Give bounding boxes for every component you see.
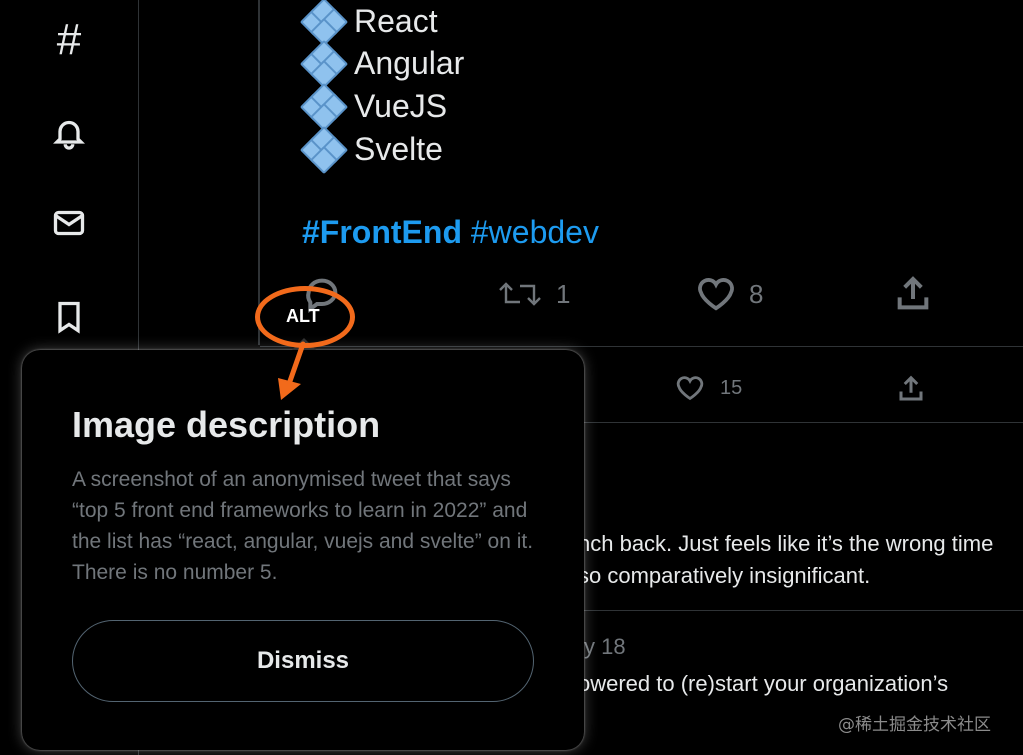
share-icon (897, 276, 929, 310)
share-button[interactable] (896, 374, 926, 404)
hashtags: #FrontEnd #webdev (302, 214, 599, 251)
tweet-text: so comparatively insignificant. (578, 563, 871, 588)
heart-icon (676, 376, 704, 401)
retweet-icon (499, 282, 541, 306)
retweet-button[interactable]: 1 (498, 276, 570, 312)
popup-description: A screenshot of an anonymised tweet that… (72, 468, 534, 584)
annotation-arrow-icon (278, 341, 306, 400)
alt-badge[interactable]: ALT (286, 306, 320, 327)
thread-line (258, 0, 260, 345)
popup-title: Image description (72, 404, 381, 445)
share-button[interactable] (893, 274, 933, 314)
tweet-date: y 18 (584, 634, 626, 659)
diamond-emoji-icon (299, 125, 349, 175)
list-item: React (299, 0, 438, 47)
list-item: VueJS (299, 82, 447, 132)
divider (260, 346, 1023, 347)
dismiss-button[interactable]: Dismiss (72, 620, 534, 702)
hashtag-icon[interactable]: # (48, 18, 90, 62)
tweet-text: nch back. Just feels like it’s the wrong… (578, 531, 994, 556)
like-button[interactable]: 8 (697, 276, 763, 312)
diamond-emoji-icon (299, 39, 349, 89)
heart-icon (698, 278, 734, 311)
hashtag-link[interactable]: #FrontEnd (302, 214, 462, 250)
share-icon (899, 375, 923, 401)
tweet-text: owered to (re)start your organization’s (578, 671, 949, 696)
diamond-emoji-icon (299, 82, 349, 132)
watermark: @稀土掘金技术社区 (838, 715, 991, 735)
bookmark-icon[interactable] (48, 296, 90, 338)
hashtag-link[interactable]: #webdev (471, 214, 599, 250)
list-item: Svelte (299, 125, 443, 175)
diamond-emoji-icon (299, 0, 349, 47)
list-item: Angular (299, 39, 464, 89)
like-button[interactable]: 15 (676, 375, 742, 401)
mail-icon[interactable] (48, 202, 90, 244)
bell-icon[interactable] (48, 112, 90, 154)
